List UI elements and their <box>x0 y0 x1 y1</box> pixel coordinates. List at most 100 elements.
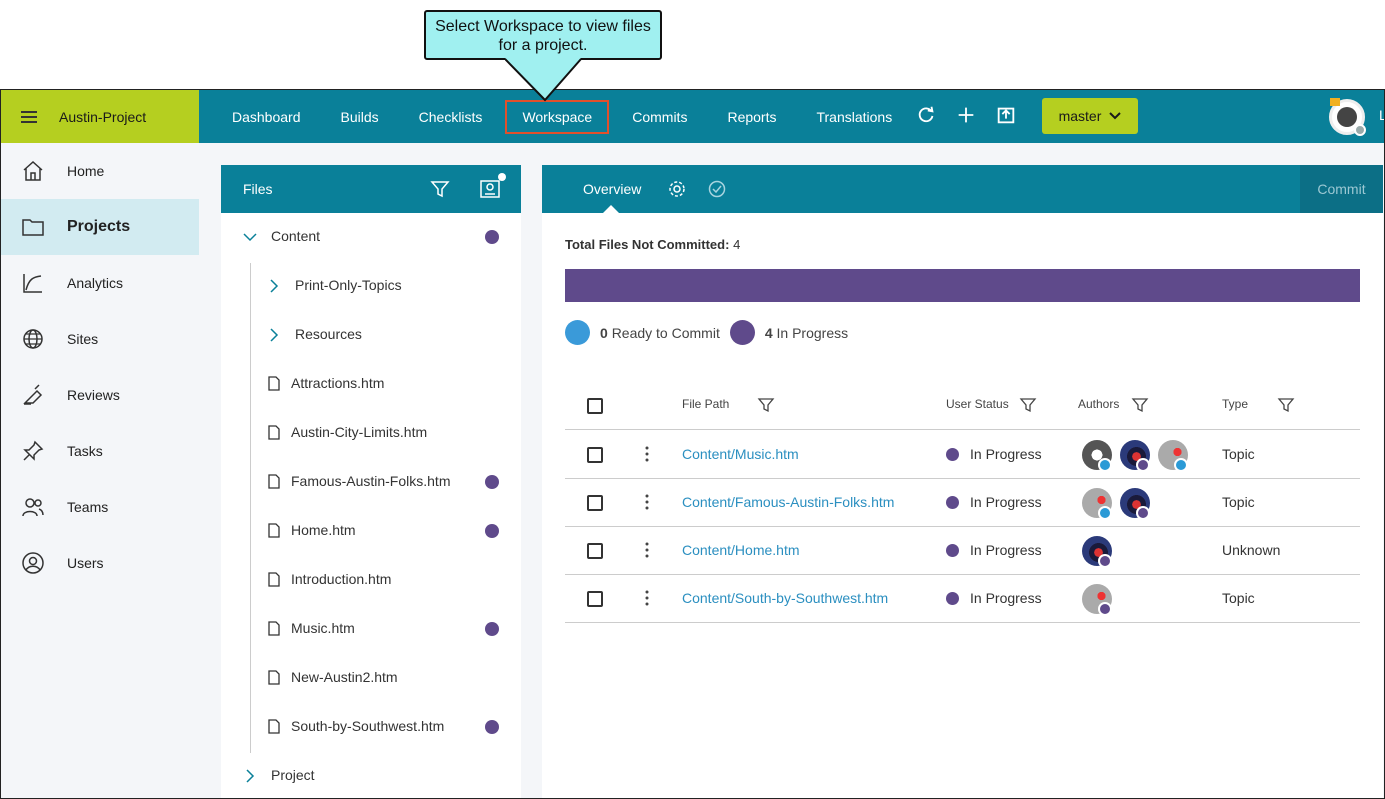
total-value: 4 <box>733 237 741 252</box>
filter-icon[interactable] <box>1277 396 1295 414</box>
sidebar-item-users[interactable]: Users <box>1 535 199 591</box>
analytics-icon <box>23 274 42 293</box>
table-row: Content/Music.htm In Progress Topic <box>565 431 1360 479</box>
chevron-right-icon[interactable] <box>243 769 257 783</box>
project-switcher[interactable]: Austin-Project <box>1 90 199 143</box>
filter-icon[interactable] <box>1019 396 1037 414</box>
file-path-link[interactable]: Content/Music.htm <box>682 446 799 462</box>
sidebar-item-projects[interactable]: Projects <box>1 199 199 255</box>
sidebar-item-sites[interactable]: Sites <box>1 311 199 367</box>
callout-pointer <box>505 58 582 102</box>
sidebar-item-label: Sites <box>67 331 99 347</box>
file-tree-label: Home.htm <box>291 522 356 538</box>
sidebar-item-home[interactable]: Home <box>1 143 199 199</box>
sidebar-item-reviews[interactable]: Reviews <box>1 367 199 423</box>
sidebar-item-teams[interactable]: Teams <box>1 479 199 535</box>
folder-icon <box>22 219 44 236</box>
commit-button[interactable]: Commit <box>1300 165 1383 213</box>
nav-reports[interactable]: Reports <box>710 100 793 134</box>
nav-checklists[interactable]: Checklists <box>402 100 500 134</box>
table-row: Content/Famous-Austin-Folks.htm In Progr… <box>565 479 1360 527</box>
nav-commits[interactable]: Commits <box>615 100 704 134</box>
crown-icon <box>1330 98 1340 106</box>
status-dot <box>946 592 959 605</box>
sidebar-item-label: Home <box>67 163 105 179</box>
file-path-link[interactable]: Content/Famous-Austin-Folks.htm <box>682 494 894 510</box>
sidebar-item-tasks[interactable]: Tasks <box>1 423 199 479</box>
file-icon <box>268 425 280 440</box>
file-tree-folder[interactable]: Print-Only-Topics <box>221 262 521 311</box>
file-tree-file[interactable]: Austin-City-Limits.htm <box>221 409 521 458</box>
check-circle-icon[interactable] <box>708 180 726 198</box>
app-window: Austin-Project Dashboard Builds Checklis… <box>0 89 1385 799</box>
nav-dashboard[interactable]: Dashboard <box>215 100 318 134</box>
tab-overview[interactable]: Overview <box>583 181 641 197</box>
nav-workspace[interactable]: Workspace <box>505 99 610 134</box>
row-checkbox[interactable] <box>587 447 603 463</box>
more-vertical-icon[interactable] <box>645 445 649 463</box>
file-tree-file[interactable]: New-Austin2.htm <box>221 654 521 703</box>
author-status-badge <box>1136 506 1150 520</box>
file-type: Unknown <box>1222 542 1281 558</box>
total-not-committed: Total Files Not Committed: 4 <box>565 237 740 252</box>
row-checkbox[interactable] <box>587 591 603 607</box>
file-tree-folder[interactable]: Content <box>221 213 521 262</box>
add-icon[interactable] <box>955 104 977 126</box>
file-tree-file[interactable]: Music.htm <box>221 605 521 654</box>
file-tree-folder[interactable]: Resources <box>221 311 521 360</box>
home-icon <box>23 160 43 181</box>
in-progress-dot <box>485 720 499 734</box>
select-all-checkbox[interactable] <box>587 398 603 414</box>
file-tree-file[interactable]: Home.htm <box>221 507 521 556</box>
in-progress-dot <box>485 230 499 244</box>
file-tree-file[interactable]: Introduction.htm <box>221 556 521 605</box>
refresh-icon[interactable] <box>915 104 937 126</box>
filter-icon[interactable] <box>1131 396 1149 414</box>
upload-icon[interactable] <box>995 104 1017 126</box>
row-checkbox[interactable] <box>587 495 603 511</box>
table-row: Content/South-by-Southwest.htm In Progre… <box>565 575 1360 623</box>
column-authors: Authors <box>1078 397 1120 411</box>
branch-dropdown[interactable]: master <box>1042 98 1138 134</box>
row-checkbox[interactable] <box>587 543 603 559</box>
status-dot <box>946 496 959 509</box>
hamburger-menu-icon[interactable] <box>21 108 37 126</box>
filter-icon[interactable] <box>757 396 775 414</box>
author-status-badge <box>1098 506 1112 520</box>
file-badge-icon[interactable] <box>479 177 501 199</box>
chevron-right-icon[interactable] <box>267 279 281 293</box>
author-status-badge <box>1098 554 1112 568</box>
file-path-link[interactable]: Content/South-by-Southwest.htm <box>682 590 888 606</box>
chevron-right-icon[interactable] <box>267 328 281 342</box>
nav-builds[interactable]: Builds <box>324 100 396 134</box>
in-progress-dot <box>485 622 499 636</box>
ready-count: 0 <box>600 324 608 341</box>
more-vertical-icon[interactable] <box>645 589 649 607</box>
sidebar: Home Projects Analytics Sites Reviews Ta… <box>1 143 199 798</box>
user-avatar[interactable] <box>1329 98 1366 136</box>
globe-icon <box>23 329 43 349</box>
file-tree-file[interactable]: Attractions.htm <box>221 360 521 409</box>
file-tree-label: Project <box>271 767 315 783</box>
sidebar-item-label: Users <box>67 555 104 571</box>
nav-translations[interactable]: Translations <box>799 100 909 134</box>
more-vertical-icon[interactable] <box>645 541 649 559</box>
chevron-down-icon <box>1109 112 1122 120</box>
overview-panel: Overview Commit Total Files Not Committe… <box>542 165 1383 798</box>
file-tree-file[interactable]: South-by-Southwest.htm <box>221 703 521 752</box>
sidebar-item-label: Analytics <box>67 275 124 291</box>
chevron-down-icon[interactable] <box>243 230 257 244</box>
more-vertical-icon[interactable] <box>645 493 649 511</box>
table-header: File Path User Status Authors Type <box>565 383 1360 430</box>
column-type: Type <box>1222 397 1249 411</box>
user-icon <box>22 552 44 574</box>
sidebar-item-analytics[interactable]: Analytics <box>1 255 199 311</box>
file-tree-file[interactable]: Famous-Austin-Folks.htm <box>221 458 521 507</box>
gear-icon[interactable] <box>668 180 686 198</box>
sidebar-item-label: Tasks <box>67 443 103 459</box>
file-tree-folder[interactable]: Project <box>221 752 521 798</box>
status-text: In Progress <box>970 542 1042 558</box>
file-path-link[interactable]: Content/Home.htm <box>682 542 800 558</box>
filter-icon[interactable] <box>430 179 450 199</box>
in-progress-dot <box>485 524 499 538</box>
